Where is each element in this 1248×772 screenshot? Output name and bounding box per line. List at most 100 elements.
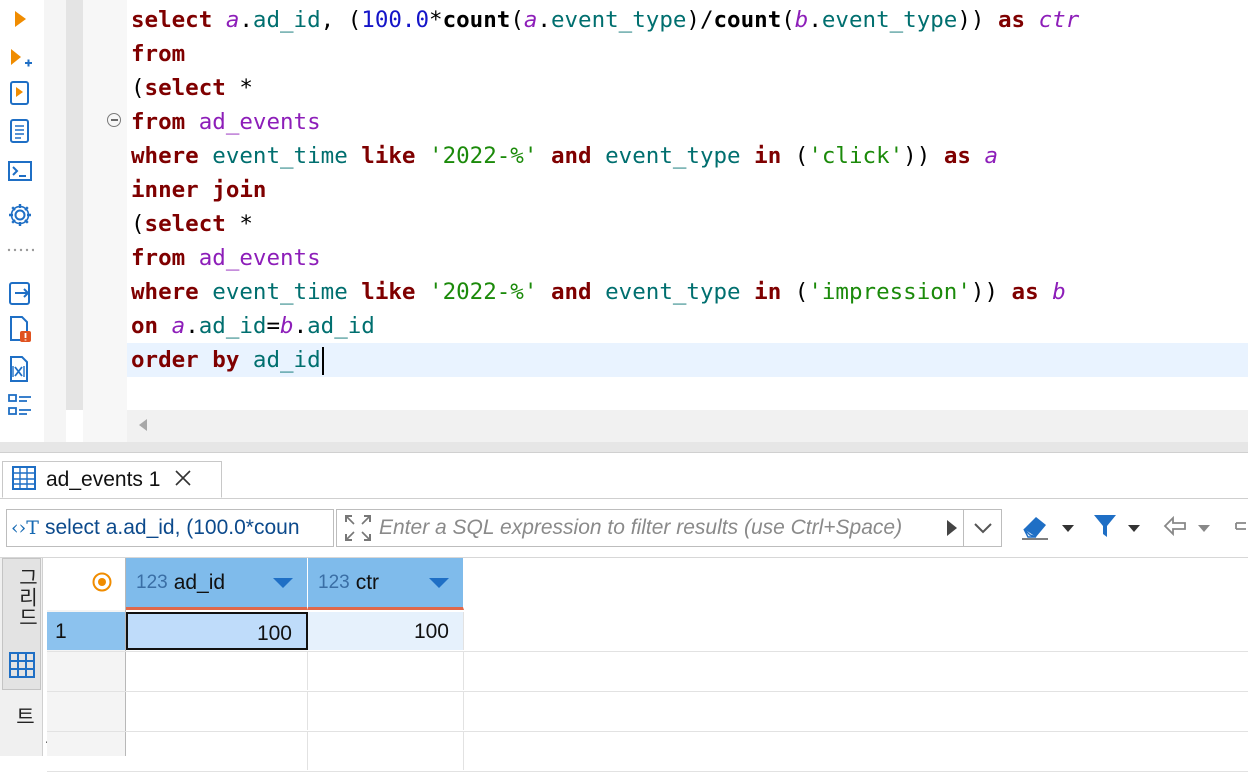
forward-button[interactable] [1232,509,1248,547]
filter-dropdown-icon[interactable] [1128,524,1140,532]
back-dropdown-icon[interactable] [1198,524,1210,532]
filter-history-dropdown[interactable] [964,509,1002,547]
token-punctuation: ( [510,7,524,33]
table-row[interactable]: 1 100 100 [47,612,1248,652]
code-line[interactable]: (select * [131,207,253,241]
code-line[interactable]: from ad_events [131,105,321,139]
execute-script-new-tab-icon[interactable] [5,116,35,146]
code-line[interactable]: from [131,37,185,71]
table-cell[interactable] [126,652,308,690]
query-text-chip[interactable]: ‹›T select a.ad_id, (100.0*coun [6,509,334,547]
sort-arrow-icon[interactable] [429,577,449,588]
row-number[interactable] [47,652,125,690]
token-alias: b [794,7,809,33]
table-cell[interactable]: 100 [308,612,464,650]
token-punctuation: * [429,7,443,33]
table-cell[interactable]: 100 [126,612,308,650]
token-identifier: ad_id [252,7,321,33]
row-number[interactable] [47,732,125,770]
panel-splitter[interactable] [0,442,1248,453]
text-caret [321,346,324,375]
column-header-ctr[interactable]: 123 ctr [308,558,464,610]
filter-settings-button[interactable] [1092,509,1140,547]
apply-filter-icon[interactable] [941,517,963,539]
token-alias: ctr [1038,7,1080,33]
table-cell[interactable] [308,652,464,690]
filter-expression-input[interactable]: Enter a SQL expression to filter results… [336,509,964,547]
results-grid: 123 ad_id 123 ctr 1 100 100 [47,558,1248,772]
token-keyword: select [144,211,240,237]
token-punctuation: . [808,7,822,33]
select-all-icon[interactable] [91,571,113,597]
code-line[interactable]: (select * [131,71,253,105]
table-cell[interactable] [126,692,308,730]
editor-horizontal-scrollbar[interactable] [127,410,1248,442]
table-cell[interactable] [308,732,464,770]
code-line[interactable]: order by ad_id [131,343,324,377]
clear-filter-button[interactable] [1018,509,1074,547]
export-icon[interactable] [5,278,35,308]
token-keyword: as [943,143,985,169]
token-keyword: and [550,143,606,169]
code-line[interactable]: on a.ad_id=b.ad_id [131,309,375,343]
fold-collapse-icon[interactable] [107,113,121,127]
token-keyword: from [131,41,186,67]
column-name: ad_id [173,570,226,594]
explain-plan-icon[interactable] [5,314,35,344]
token-identifier: ad_id [198,313,267,339]
table-row[interactable] [47,732,1248,772]
clear-filter-dropdown-icon[interactable] [1062,524,1074,532]
code-line[interactable]: from ad_events [131,241,321,275]
line-number-gutter [83,0,127,442]
token-identifier: event_time [212,279,362,305]
table-row[interactable] [47,652,1248,692]
execute-script-icon[interactable] [5,78,35,108]
grid-view-tab[interactable]: 그리드 [2,558,41,690]
token-punctuation [537,143,551,169]
token-table-name: ad_events [198,109,321,135]
token-keyword: on [131,313,172,339]
outline-icon[interactable] [5,390,35,420]
token-identifier: event_type [605,143,755,169]
table-cell[interactable] [308,692,464,730]
run-statement-icon[interactable] [5,4,35,34]
token-punctuation: )/ [686,7,714,33]
table-cell[interactable] [126,732,308,770]
run-in-new-tab-icon[interactable] [5,44,35,74]
variables-icon[interactable] [5,354,35,384]
token-punctuation: * [239,75,253,101]
code-line[interactable]: select a.ad_id, (100.0*count(a.event_typ… [131,3,1079,37]
token-alias: a [225,7,240,33]
settings-icon[interactable] [5,200,35,230]
grid-table-icon [8,651,36,683]
code-line[interactable]: where event_time like '2022-%' and event… [131,275,1066,309]
sql-editor[interactable]: select a.ad_id, (100.0*count(a.event_typ… [127,0,1248,410]
token-function-name: count [713,7,782,33]
console-icon[interactable] [5,156,35,186]
expand-editor-icon[interactable] [337,513,379,543]
token-keyword: where [131,279,213,305]
results-tab-label: ad_events 1 [46,467,161,491]
grid-corner[interactable] [47,558,125,610]
close-tab-icon[interactable] [174,469,192,491]
token-string-literal: 'click' [808,143,904,169]
token-function-name: count [442,7,511,33]
scroll-left-arrow-icon[interactable] [139,419,147,431]
token-keyword: where [131,143,213,169]
code-line[interactable]: where event_time like '2022-%' and event… [131,139,998,173]
code-line[interactable]: inner join [131,173,266,207]
funnel-icon [1092,512,1118,544]
column-header-ad-id[interactable]: 123 ad_id [126,558,308,610]
token-punctuation: )) [957,7,998,33]
token-punctuation: * [239,211,253,237]
editor-left-margin [44,0,66,442]
results-tab[interactable]: ad_events 1 [2,461,222,498]
token-punctuation: , ( [320,7,362,33]
token-punctuation: . [185,313,199,339]
token-identifier: event_type [550,7,687,33]
table-row[interactable] [47,692,1248,732]
row-number[interactable] [47,692,125,730]
back-button[interactable] [1162,509,1210,547]
row-number[interactable]: 1 [47,612,125,650]
sort-arrow-icon[interactable] [273,577,293,588]
